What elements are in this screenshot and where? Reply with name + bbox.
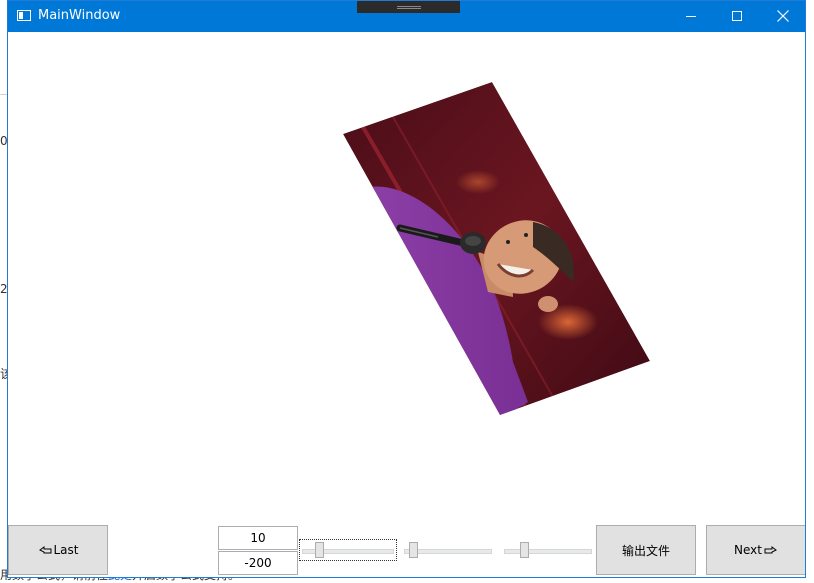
content-area: Last 10 -200 输出文件 Next [8, 32, 805, 577]
title-bar[interactable]: MainWindow [8, 1, 805, 32]
window-title: MainWindow [38, 8, 121, 23]
slider-track [504, 549, 592, 554]
next-label: Next [734, 543, 762, 557]
next-button[interactable]: Next [706, 525, 805, 575]
close-button[interactable] [760, 1, 806, 32]
slider-1[interactable] [299, 539, 397, 561]
last-label: Last [53, 543, 79, 557]
slider-thumb[interactable] [520, 542, 529, 558]
export-file-button[interactable]: 输出文件 [596, 525, 696, 575]
rotated-photo [343, 82, 650, 415]
hand-pointer-left-icon [38, 543, 53, 558]
snap-grip-handle[interactable] [357, 1, 460, 13]
main-window: MainWindow Last 10 -200 输出文件 Next [7, 0, 806, 578]
top-value-field[interactable]: 10 [218, 526, 298, 550]
maximize-button[interactable] [714, 1, 760, 32]
slider-2[interactable] [402, 540, 494, 560]
slider-thumb[interactable] [315, 542, 324, 558]
app-window-icon [17, 10, 31, 21]
close-icon [777, 10, 789, 22]
slider-3[interactable] [502, 540, 594, 560]
hand-pointer-right-icon [763, 543, 777, 558]
export-label: 输出文件 [621, 543, 670, 558]
last-button[interactable]: Last [8, 525, 108, 575]
minimize-button[interactable] [668, 1, 714, 32]
slider-thumb[interactable] [409, 542, 418, 558]
bottom-value-field[interactable]: -200 [218, 551, 298, 575]
